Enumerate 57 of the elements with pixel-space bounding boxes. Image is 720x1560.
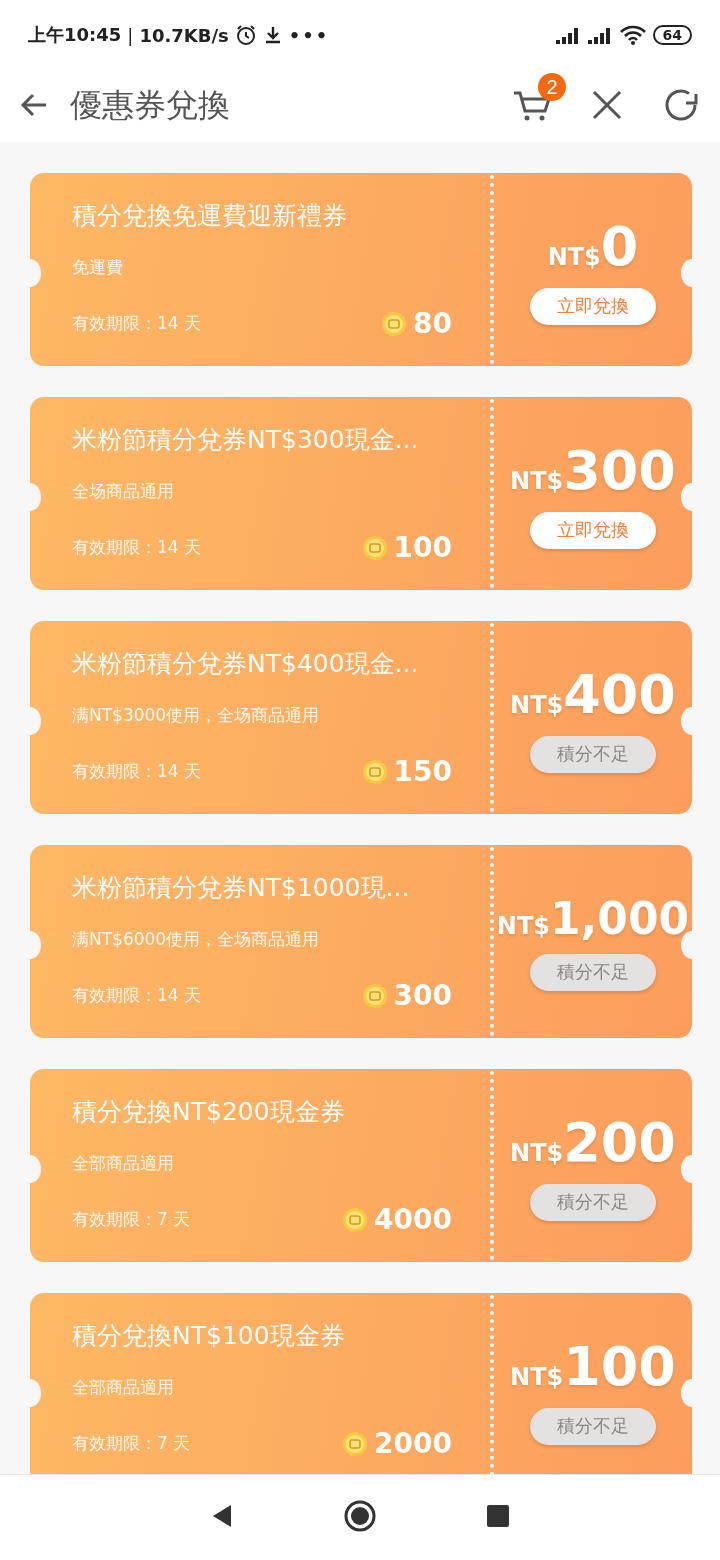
coin-icon xyxy=(342,1430,369,1457)
coupon-condition: 免運費 xyxy=(72,256,124,279)
coupon-amount: 200 xyxy=(563,1110,676,1174)
points-cost: 100 xyxy=(393,531,452,564)
coupon-title: 積分兌換NT$100現金券 xyxy=(72,1320,346,1352)
points-cost: 80 xyxy=(413,307,452,340)
wifi-icon xyxy=(618,25,647,45)
validity-text: 有效期限：14 天 xyxy=(72,984,203,1007)
points-cost: 300 xyxy=(393,979,452,1012)
coupon-amount: 300 xyxy=(563,438,676,502)
coin-icon xyxy=(381,310,408,337)
validity-text: 有效期限：7 天 xyxy=(72,1208,192,1231)
coupon-title: 米粉節積分兌券NT$1000現... xyxy=(72,872,411,904)
currency-label: NT$ xyxy=(547,242,601,271)
coupon-condition: 全部商品適用 xyxy=(72,1376,175,1399)
coupon-condition: 全场商品通用 xyxy=(72,480,175,503)
page-title: 優惠券兌換 xyxy=(70,85,231,126)
currency-label: NT$ xyxy=(510,466,564,495)
coupon-condition: 全部商品適用 xyxy=(72,1152,175,1175)
signal-icon xyxy=(554,26,581,44)
status-time: 上午10:45 xyxy=(28,23,122,47)
coin-icon xyxy=(361,758,388,785)
coin-icon xyxy=(361,982,388,1009)
validity-text: 有效期限：14 天 xyxy=(72,536,203,559)
recents-nav-button[interactable] xyxy=(487,1505,509,1530)
coupon-title: 積分兌換NT$200現金券 xyxy=(72,1096,346,1128)
redeem-button[interactable]: 立即兌換 xyxy=(530,511,656,549)
cart-count-badge: 2 xyxy=(538,72,566,101)
points-cost: 4000 xyxy=(374,1203,452,1236)
validity-text: 有效期限：7 天 xyxy=(72,1432,192,1455)
currency-label: NT$ xyxy=(510,1362,564,1391)
alarm-clock-icon xyxy=(234,24,257,46)
validity-text: 有效期限：14 天 xyxy=(72,760,203,783)
coupon-amount: 400 xyxy=(563,662,676,726)
coin-icon xyxy=(342,1206,369,1233)
points-cost: 150 xyxy=(393,755,452,788)
coupon-condition: 满NT$6000使用，全场商品通用 xyxy=(72,928,321,951)
coupon-condition: 满NT$3000使用，全场商品通用 xyxy=(72,704,321,727)
divider-text: | xyxy=(127,24,134,46)
battery-indicator: 64 xyxy=(652,25,692,45)
network-speed: 10.7KB/s xyxy=(139,24,229,46)
currency-label: NT$ xyxy=(510,690,564,719)
validity-text: 有效期限：14 天 xyxy=(72,312,203,335)
coupon-title: 積分兌換免運費迎新禮券 xyxy=(72,200,348,232)
coupon-amount: 1,000 xyxy=(550,892,690,944)
redeem-button[interactable]: 立即兌換 xyxy=(530,287,656,325)
coin-icon xyxy=(361,534,388,561)
currency-label: NT$ xyxy=(496,911,550,940)
coupon-amount: 0 xyxy=(600,214,639,278)
signal-icon xyxy=(586,26,613,44)
coupon-title: 米粉節積分兌券NT$400現金... xyxy=(72,648,420,680)
coupon-title: 米粉節積分兌券NT$300現金... xyxy=(72,424,420,456)
more-dots: ••• xyxy=(288,24,330,46)
coupon-amount: 100 xyxy=(563,1334,676,1398)
currency-label: NT$ xyxy=(510,1138,564,1167)
cart-button[interactable]: 2 xyxy=(512,72,566,126)
points-cost: 2000 xyxy=(374,1427,452,1460)
